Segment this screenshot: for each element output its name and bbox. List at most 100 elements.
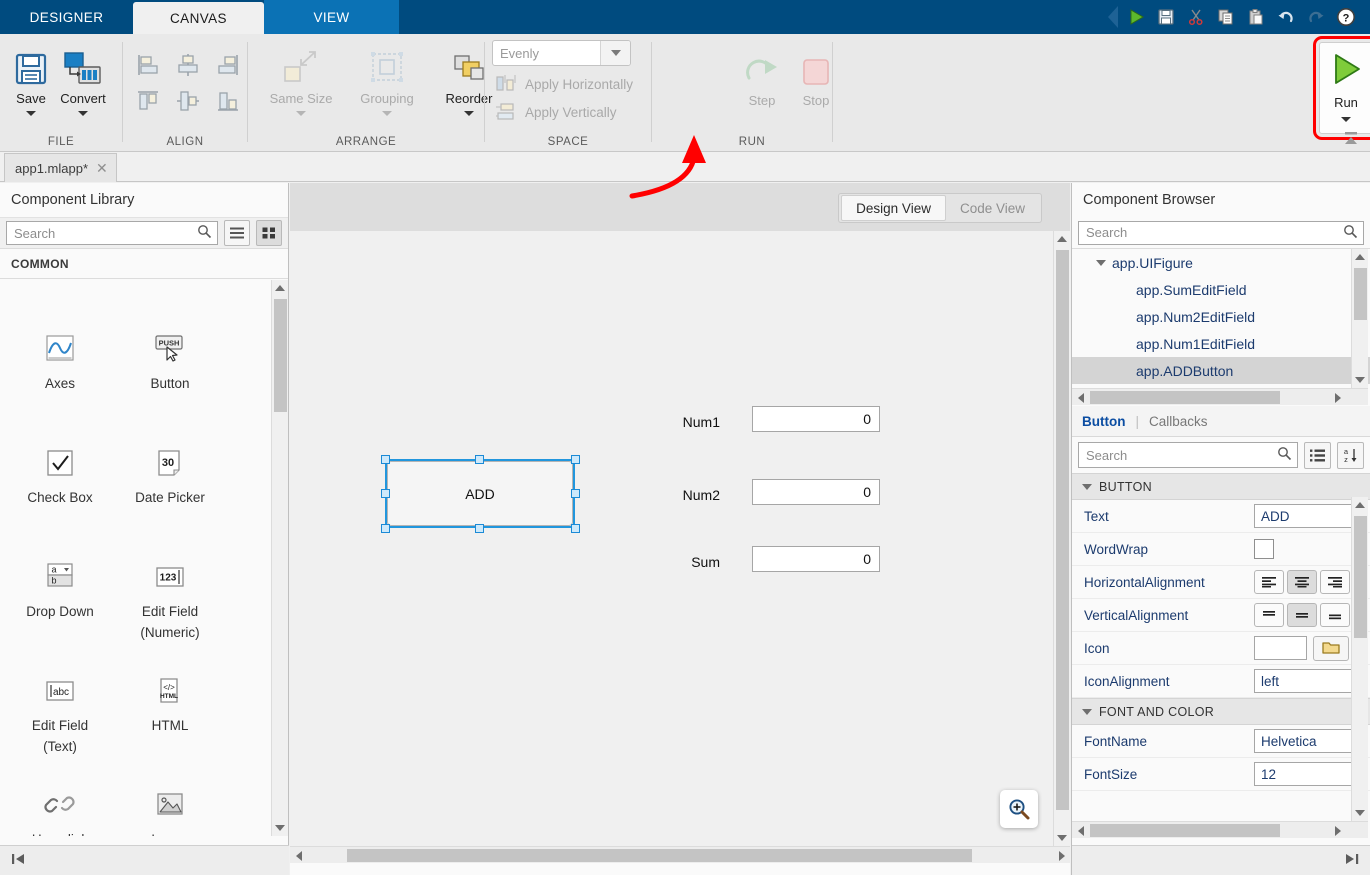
tree-item-sumeditfield[interactable]: app.SumEditField [1072, 276, 1370, 303]
library-item-date-picker[interactable]: 30 Date Picker [110, 442, 230, 509]
property-group-button-header[interactable]: BUTTON [1072, 473, 1370, 500]
component-tree[interactable]: app.UIFigure app.SumEditField app.Num2Ed… [1072, 249, 1370, 388]
run-button[interactable]: Run [1319, 42, 1370, 134]
component-library-search-input[interactable]: Search [6, 221, 218, 245]
fontname-value[interactable]: Helvetica [1254, 729, 1364, 753]
property-hscrollbar[interactable] [1072, 821, 1368, 838]
scroll-up-arrow-icon[interactable] [1352, 497, 1368, 513]
align-right-icon[interactable] [211, 50, 245, 80]
chevron-down-icon[interactable] [382, 111, 392, 116]
tree-item-num1editfield[interactable]: app.Num1EditField [1072, 330, 1370, 357]
align-left-button[interactable] [1254, 570, 1284, 594]
canvas-vertical-scrollbar[interactable] [1053, 231, 1070, 846]
scrollbar-thumb[interactable] [1090, 391, 1280, 404]
design-canvas[interactable]: Num1 0 Num2 0 Sum 0 ADD [290, 231, 1053, 846]
property-group-font-and-color-header[interactable]: FONT AND COLOR [1072, 698, 1370, 725]
library-item-edit-field-numeric[interactable]: 123 Edit Field (Numeric) [110, 556, 230, 644]
resize-handle-ne[interactable] [571, 455, 580, 464]
apply-horizontally-button[interactable]: Apply Horizontally [495, 73, 633, 96]
align-right-button[interactable] [1320, 570, 1350, 594]
resize-handle-n[interactable] [475, 455, 484, 464]
fontsize-value[interactable]: 12 [1254, 762, 1364, 786]
tree-item-num2editfield[interactable]: app.Num2EditField [1072, 303, 1370, 330]
zoom-in-icon[interactable] [1000, 790, 1038, 828]
chevron-down-icon[interactable] [26, 111, 36, 116]
property-value-text[interactable]: ADD [1254, 504, 1364, 528]
tree-item-addbutton[interactable]: app.ADDButton [1072, 357, 1370, 384]
resize-handle-w[interactable] [381, 489, 390, 498]
tab-code-view[interactable]: Code View [946, 195, 1039, 221]
space-mode-dropdown[interactable]: Evenly [492, 40, 631, 66]
wordwrap-checkbox[interactable] [1254, 539, 1274, 559]
document-tab-app1[interactable]: app1.mlapp* ✕ [4, 153, 117, 182]
same-size-button[interactable]: Same Size [260, 44, 342, 116]
scroll-down-arrow-icon[interactable] [272, 820, 288, 836]
canvas-field-num1[interactable]: 0 [752, 406, 880, 432]
scroll-right-arrow-icon[interactable] [1329, 389, 1346, 406]
align-bottom-icon[interactable] [211, 86, 245, 116]
scroll-right-arrow-icon[interactable] [1053, 847, 1070, 864]
scroll-right-arrow-icon[interactable] [1329, 822, 1346, 839]
library-item-axes[interactable]: Axes [0, 328, 120, 395]
convert-button[interactable]: Convert [52, 44, 114, 116]
scroll-left-arrow-icon[interactable] [290, 847, 307, 864]
scrollbar-thumb[interactable] [1354, 516, 1367, 638]
grouping-button[interactable]: Grouping [346, 44, 428, 116]
component-browser-search-input[interactable]: Search [1078, 220, 1364, 245]
resize-handle-s[interactable] [475, 524, 484, 533]
scroll-down-arrow-icon[interactable] [1054, 830, 1070, 846]
library-item-drop-down[interactable]: a b Drop Down [0, 556, 120, 623]
chevron-down-icon[interactable] [1341, 117, 1351, 122]
resize-handle-e[interactable] [571, 489, 580, 498]
resize-handle-se[interactable] [571, 524, 580, 533]
cut-icon[interactable] [1182, 4, 1210, 30]
chevron-down-icon[interactable] [296, 111, 306, 116]
tab-button-properties[interactable]: Button [1082, 414, 1125, 429]
component-tree-scrollbar[interactable] [1351, 249, 1368, 388]
collapse-left-panel-button[interactable] [10, 852, 28, 869]
scroll-up-arrow-icon[interactable] [1352, 249, 1368, 265]
resize-handle-sw[interactable] [381, 524, 390, 533]
collapse-ribbon-button[interactable] [1342, 131, 1360, 147]
chevron-down-icon[interactable] [464, 111, 474, 116]
tab-callbacks[interactable]: Callbacks [1149, 414, 1208, 429]
icon-path-input[interactable] [1254, 636, 1307, 660]
scroll-up-arrow-icon[interactable] [272, 280, 288, 296]
scroll-left-arrow-icon[interactable] [1072, 822, 1089, 839]
ribbon-tab-canvas[interactable]: CANVAS [133, 2, 264, 34]
undo-icon[interactable] [1272, 4, 1300, 30]
browse-folder-button[interactable] [1313, 635, 1349, 661]
valign-bottom-button[interactable] [1320, 603, 1350, 627]
help-icon[interactable]: ? [1332, 4, 1360, 30]
resize-handle-nw[interactable] [381, 455, 390, 464]
align-center-button[interactable] [1287, 570, 1317, 594]
redo-icon[interactable] [1302, 4, 1330, 30]
copy-icon[interactable] [1212, 4, 1240, 30]
component-tree-hscrollbar[interactable] [1072, 388, 1368, 405]
chevron-down-icon[interactable] [1096, 259, 1112, 266]
property-scrollbar[interactable] [1351, 497, 1368, 821]
sort-az-icon[interactable]: a z [1337, 441, 1364, 469]
ribbon-tab-designer[interactable]: DESIGNER [0, 0, 133, 34]
scroll-left-arrow-icon[interactable] [1072, 389, 1089, 406]
library-item-image[interactable]: Image [110, 784, 230, 836]
apply-vertically-button[interactable]: Apply Vertically [495, 101, 617, 124]
property-search-input[interactable]: Search [1078, 442, 1298, 468]
align-center-icon[interactable] [171, 50, 205, 80]
scroll-up-arrow-icon[interactable] [1054, 231, 1070, 247]
list-view-icon[interactable] [224, 220, 250, 246]
align-left-icon[interactable] [131, 50, 165, 80]
group-list-icon[interactable] [1304, 441, 1331, 469]
align-middle-icon[interactable] [171, 86, 205, 116]
stop-button[interactable]: Stop [786, 46, 846, 108]
library-item-edit-field-text[interactable]: abc Edit Field (Text) [0, 670, 120, 758]
step-button[interactable]: Step [732, 46, 792, 108]
scrollbar-thumb[interactable] [1354, 268, 1367, 320]
chevron-down-icon[interactable] [600, 41, 630, 65]
tree-item-uifigure[interactable]: app.UIFigure [1072, 249, 1370, 276]
scroll-down-arrow-icon[interactable] [1352, 805, 1368, 821]
canvas-field-num2[interactable]: 0 [752, 479, 880, 505]
library-item-check-box[interactable]: Check Box [0, 442, 120, 509]
valign-top-button[interactable] [1254, 603, 1284, 627]
scrollbar-thumb[interactable] [1090, 824, 1280, 837]
